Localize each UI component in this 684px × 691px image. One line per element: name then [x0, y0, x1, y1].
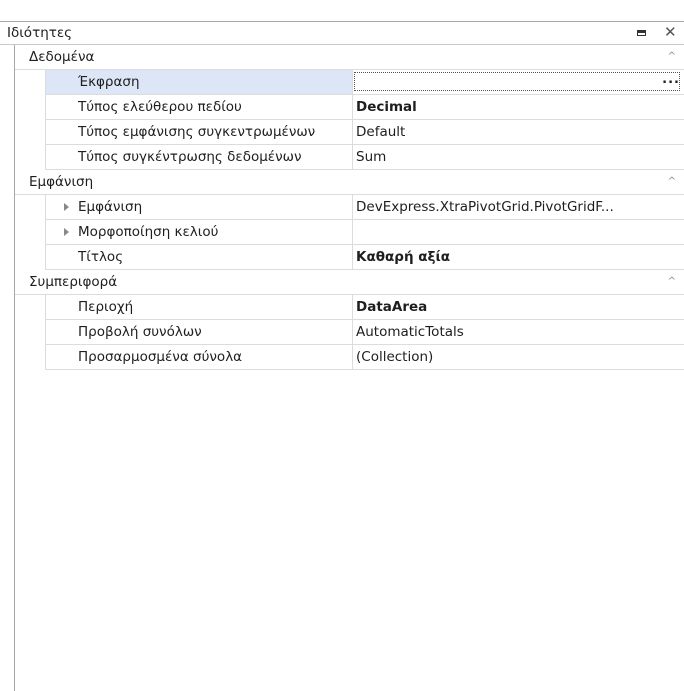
property-row[interactable]: Προβολή συνόλων AutomaticTotals [15, 320, 684, 345]
property-row[interactable]: Περιοχή DataArea [15, 295, 684, 320]
property-value: Sum [356, 149, 387, 165]
panel-title: Ιδιότητες [7, 25, 73, 41]
property-name: Περιοχή [78, 299, 134, 315]
property-value: DataArea [356, 299, 428, 315]
property-row[interactable]: Μορφοποίηση κελιού [15, 220, 684, 245]
triangle-right-icon[interactable] [64, 228, 69, 236]
property-row[interactable]: Προσαρμοσμένα σύνολα (Collection) [15, 345, 684, 370]
property-name-cell[interactable]: Προσαρμοσμένα σύνολα [45, 345, 353, 369]
category-label: Εμφάνιση [29, 174, 94, 190]
property-row[interactable]: Εμφάνιση DevExpress.XtraPivotGrid.PivotGr… [15, 195, 684, 220]
category-label: Συμπεριφορά [29, 274, 118, 290]
row-indent [15, 70, 45, 95]
category-row[interactable]: Συμπεριφορά ^ [15, 270, 684, 295]
property-name-cell[interactable]: Μορφοποίηση κελιού [45, 220, 353, 244]
category-row[interactable]: Εμφάνιση ^ [15, 170, 684, 195]
property-value-cell[interactable]: DevExpress.XtraPivotGrid.PivotGridF... [353, 195, 684, 219]
row-indent [15, 295, 45, 320]
property-row[interactable]: Τίτλος Καθαρή αξία [15, 245, 684, 270]
row-indent [15, 220, 45, 245]
property-row[interactable]: Τύπος ελεύθερου πεδίου Decimal [15, 95, 684, 120]
property-name: Τύπος συγκέντρωσης δεδομένων [78, 149, 302, 165]
chevron-up-icon[interactable]: ^ [668, 276, 676, 287]
property-grid: Δεδομένα ^ Έκφραση... Τύπος ελεύθερου πεδίο… [15, 45, 684, 370]
property-value-cell[interactable] [353, 220, 684, 244]
row-indent [15, 320, 45, 345]
row-indent [15, 120, 45, 145]
property-value: AutomaticTotals [356, 324, 464, 340]
property-name-cell[interactable]: Τίτλος [45, 245, 353, 269]
ellipsis-button[interactable]: ... [662, 72, 680, 87]
property-name: Έκφραση [78, 74, 140, 90]
property-value-cell[interactable]: (Collection) [353, 345, 684, 369]
property-value-cell[interactable]: Sum [353, 145, 684, 169]
property-name: Τύπος εμφάνισης συγκεντρωμένων [78, 124, 316, 140]
property-name: Εμφάνιση [78, 199, 143, 215]
chevron-up-icon[interactable]: ^ [668, 176, 676, 187]
properties-panel: Ιδιότητες ✕ Δεδομένα ^ Έκφραση... Τύπος ελε… [0, 0, 684, 691]
close-icon[interactable]: ✕ [664, 23, 677, 41]
property-value-cell[interactable]: ... [353, 70, 684, 94]
row-indent [15, 95, 45, 120]
property-row[interactable]: Τύπος συγκέντρωσης δεδομένων Sum [15, 145, 684, 170]
chevron-up-icon[interactable]: ^ [668, 51, 676, 62]
property-name-cell[interactable]: Περιοχή [45, 295, 353, 319]
property-value-cell[interactable]: Decimal [353, 95, 684, 119]
property-name-cell[interactable]: Τύπος ελεύθερου πεδίου [45, 95, 353, 119]
property-name: Προβολή συνόλων [78, 324, 202, 340]
row-indent [15, 195, 45, 220]
property-value: Decimal [356, 99, 417, 115]
property-row[interactable]: Τύπος εμφάνισης συγκεντρωμένων Default [15, 120, 684, 145]
property-name-cell[interactable]: Εμφάνιση [45, 195, 353, 219]
row-indent [15, 145, 45, 170]
property-name-cell[interactable]: Τύπος εμφάνισης συγκεντρωμένων [45, 120, 353, 144]
property-value: DevExpress.XtraPivotGrid.PivotGridF... [356, 199, 614, 215]
category-label: Δεδομένα [29, 49, 95, 65]
property-name: Προσαρμοσμένα σύνολα [78, 349, 243, 365]
property-value: (Collection) [356, 349, 434, 365]
category-row[interactable]: Δεδομένα ^ [15, 45, 684, 70]
property-name: Τύπος ελεύθερου πεδίου [78, 99, 242, 115]
property-name-cell[interactable]: Έκφραση [45, 70, 353, 94]
property-name-cell[interactable]: Τύπος συγκέντρωσης δεδομένων [45, 145, 353, 169]
property-value: Καθαρή αξία [356, 249, 451, 265]
property-value-cell[interactable]: Default [353, 120, 684, 144]
row-indent [15, 245, 45, 270]
property-name-cell[interactable]: Προβολή συνόλων [45, 320, 353, 344]
property-value: Default [356, 124, 406, 140]
property-value-cell[interactable]: DataArea [353, 295, 684, 319]
panel-titlebar: Ιδιότητες ✕ [0, 21, 684, 45]
triangle-right-icon[interactable] [64, 203, 69, 211]
property-row[interactable]: Έκφραση... [15, 70, 684, 95]
property-value-cell[interactable]: AutomaticTotals [353, 320, 684, 344]
property-value-cell[interactable]: Καθαρή αξία [353, 245, 684, 269]
restore-icon[interactable] [637, 30, 646, 36]
property-name: Τίτλος [78, 249, 124, 265]
row-indent [15, 345, 45, 370]
property-name: Μορφοποίηση κελιού [78, 224, 219, 240]
value-editor[interactable] [354, 72, 680, 91]
